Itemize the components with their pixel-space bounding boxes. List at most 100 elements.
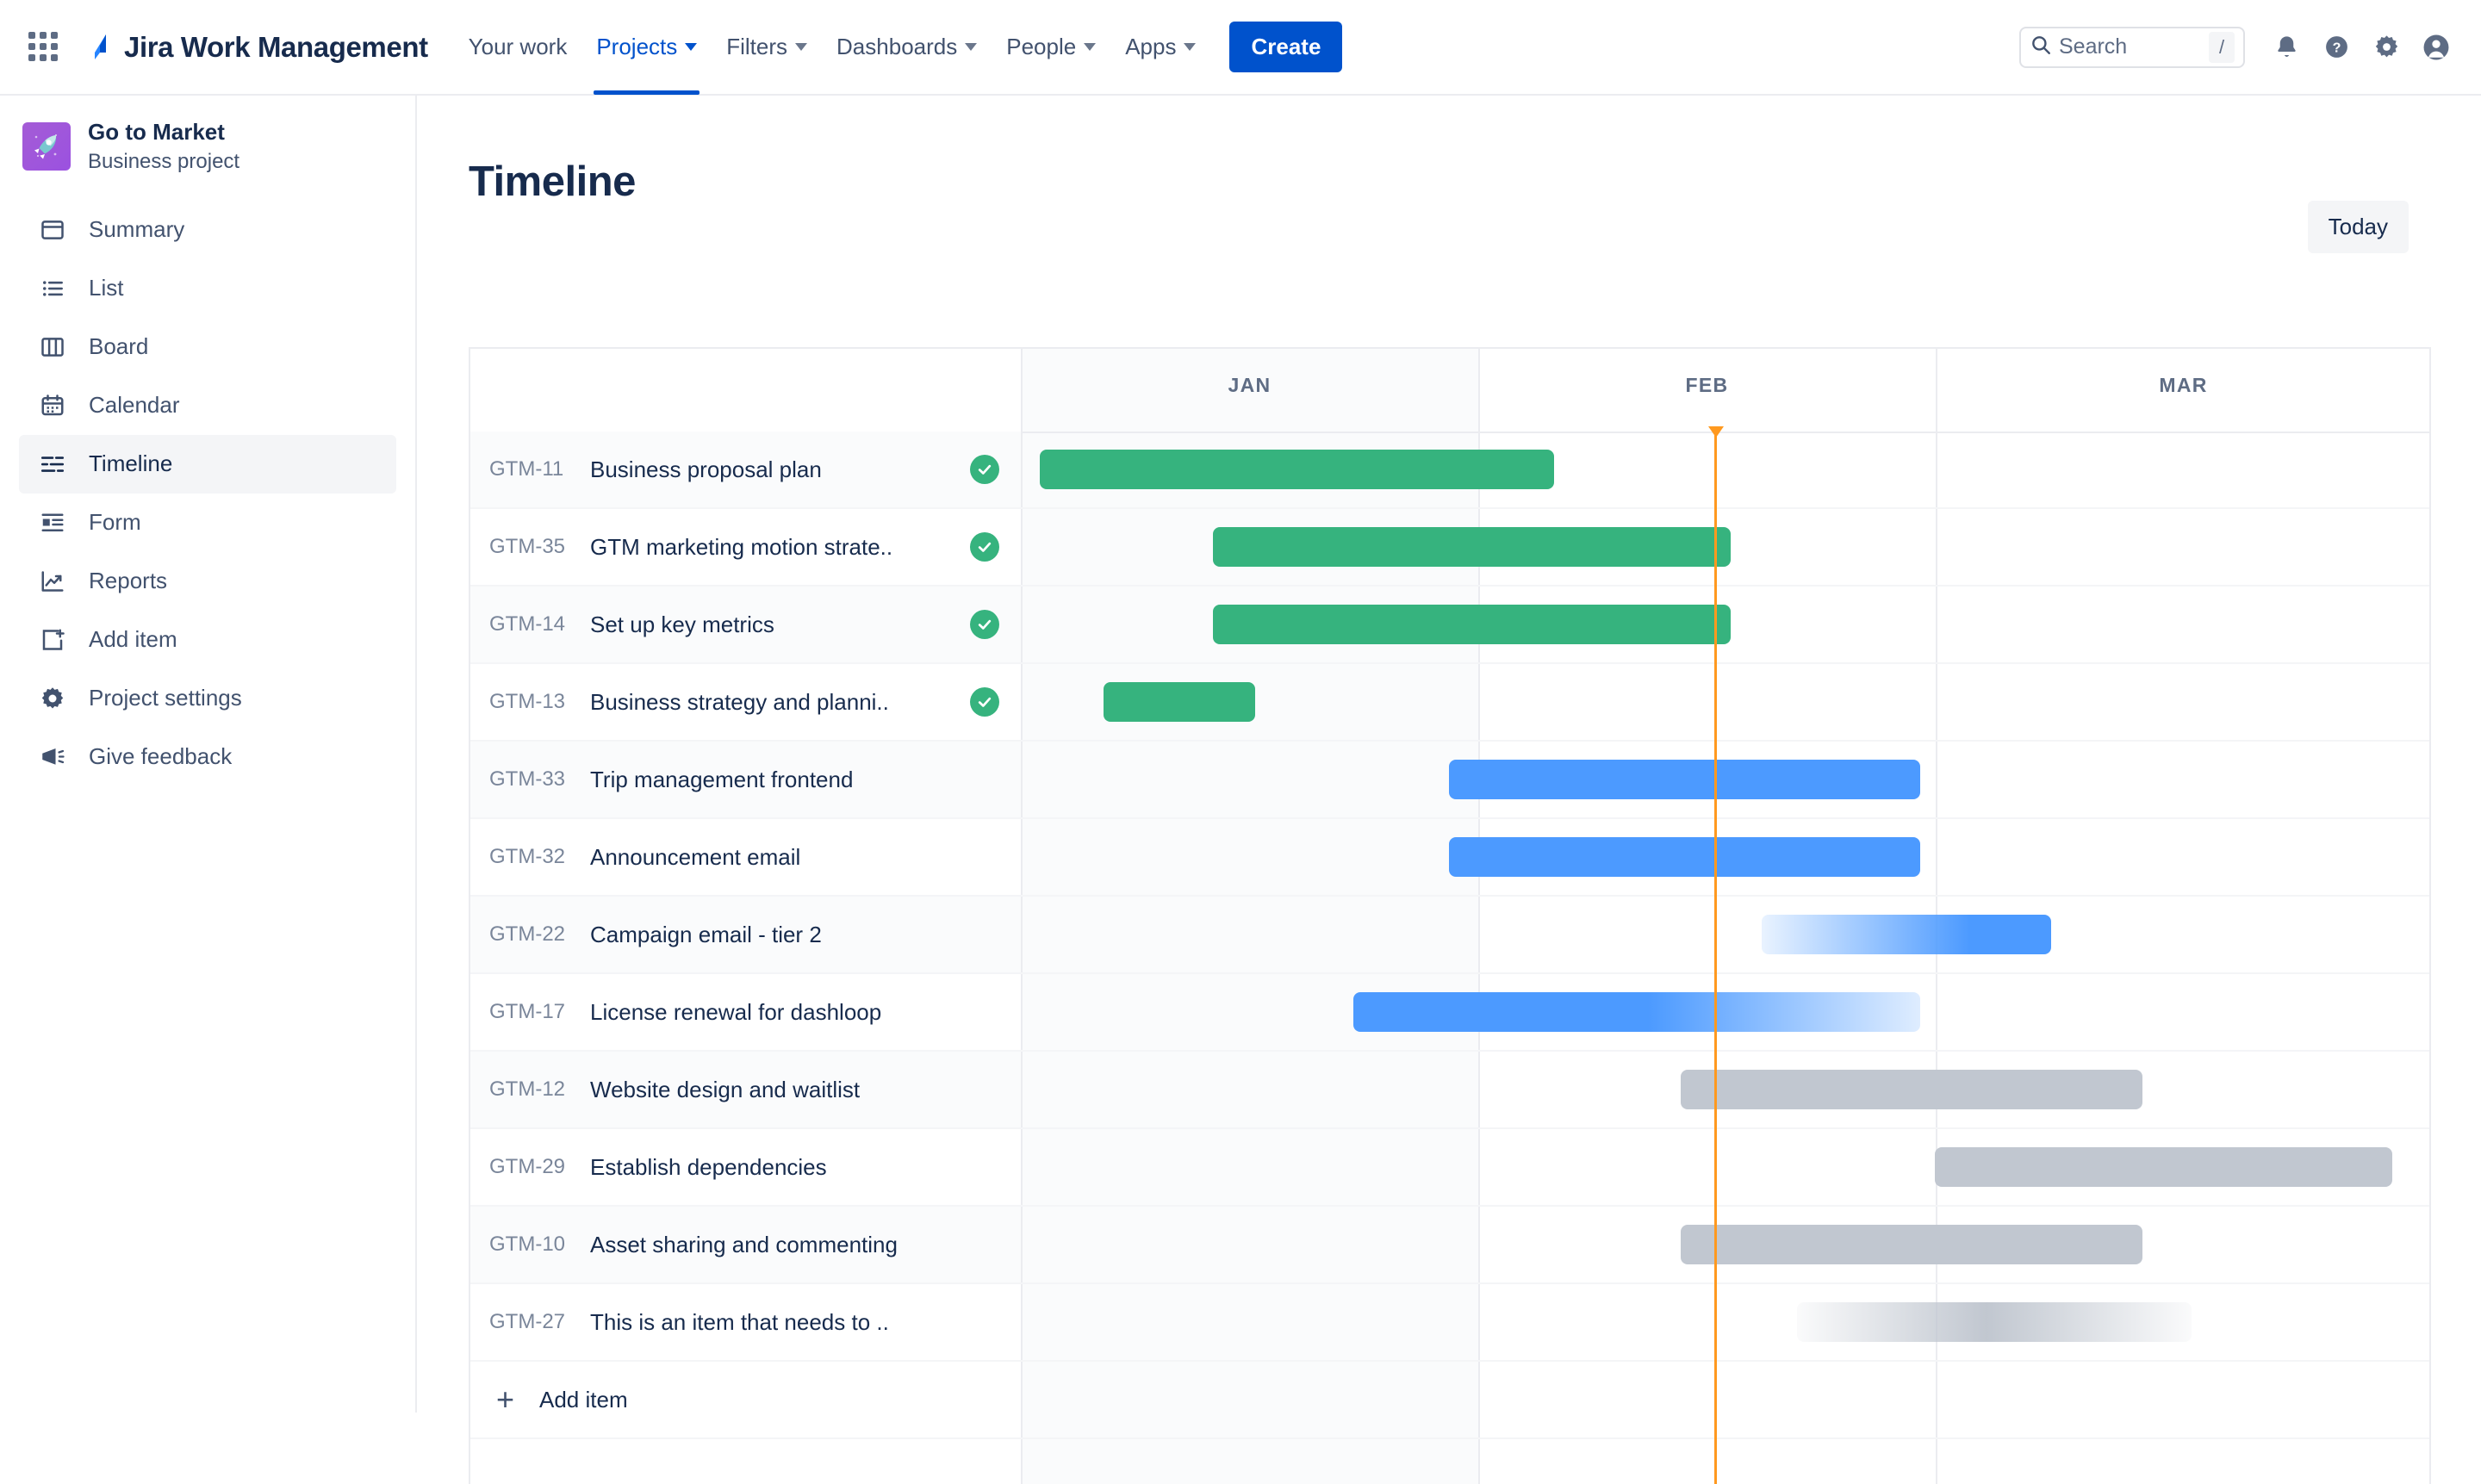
rocket-icon	[22, 121, 71, 171]
row-title: Business proposal plan	[590, 456, 822, 482]
brand-title: Jira Work Management	[124, 30, 428, 63]
sidebar-item-give-feedback[interactable]: Give feedback	[19, 728, 396, 786]
primary-menu: Your work Projects Filters Dashboards Pe…	[454, 0, 1211, 95]
project-type: Business project	[88, 149, 240, 173]
add-item-button[interactable]: + Add item	[470, 1362, 1021, 1437]
today-button[interactable]: Today	[2307, 201, 2409, 253]
gantt-bar[interactable]	[1104, 682, 1255, 722]
menu-item-apps[interactable]: Apps	[1110, 0, 1210, 95]
gantt-bar[interactable]	[1681, 1225, 2142, 1264]
table-row[interactable]: GTM-33 Trip management frontend	[470, 742, 2429, 819]
row-left-cell: GTM-29 Establish dependencies	[470, 1129, 1021, 1205]
sidebar-item-label: Board	[89, 333, 149, 360]
table-row[interactable]: GTM-35 GTM marketing motion strate..	[470, 509, 2429, 587]
chevron-down-icon	[965, 43, 978, 51]
sidebar-item-reports[interactable]: Reports	[19, 552, 396, 611]
sidebar-item-summary[interactable]: Summary	[19, 201, 396, 259]
month-label-feb: FEB	[1685, 374, 1729, 396]
row-key: GTM-35	[489, 535, 566, 558]
row-left-cell: GTM-13 Business strategy and planni..	[470, 664, 1021, 740]
sidebar-item-add-item[interactable]: Add item	[19, 611, 396, 669]
plus-icon: +	[496, 1382, 515, 1417]
settings-gear-icon	[36, 686, 69, 711]
row-key: GTM-32	[489, 845, 566, 868]
table-row[interactable]: GTM-13 Business strategy and planni..	[470, 664, 2429, 742]
sidebar-item-project-settings[interactable]: Project settings	[19, 669, 396, 728]
search-shortcut-badge: /	[2209, 31, 2235, 63]
gantt-bar[interactable]	[1934, 1147, 2393, 1187]
form-icon	[36, 510, 69, 536]
gantt-bar[interactable]	[1353, 992, 1921, 1032]
sidebar-item-label: Summary	[89, 216, 185, 243]
nav-right-cluster: Search / ?	[2019, 25, 2459, 70]
month-label-jan: JAN	[1228, 374, 1272, 396]
user-avatar-icon[interactable]	[2414, 25, 2459, 70]
table-row[interactable]: GTM-32 Announcement email	[470, 819, 2429, 897]
search-icon	[2030, 34, 2052, 60]
menu-label: Projects	[596, 34, 678, 59]
row-left-cell: GTM-12 Website design and waitlist	[470, 1052, 1021, 1127]
gantt-bar[interactable]	[1212, 605, 1731, 644]
row-left-cell: GTM-17 License renewal for dashloop	[470, 974, 1021, 1050]
gantt-bar[interactable]	[1762, 915, 2051, 954]
row-title: GTM marketing motion strate..	[590, 533, 893, 560]
table-row[interactable]: GTM-12 Website design and waitlist	[470, 1052, 2429, 1129]
table-row[interactable]: GTM-17 License renewal for dashloop	[470, 974, 2429, 1052]
add-item-row[interactable]: + Add item	[470, 1362, 2429, 1439]
empty-filler-row	[470, 1439, 2429, 1484]
settings-gear-icon[interactable]	[2364, 25, 2409, 70]
row-left-cell: GTM-11 Business proposal plan	[470, 432, 1021, 507]
table-row[interactable]: GTM-27 This is an item that needs to ..	[470, 1284, 2429, 1362]
timeline-rows: GTM-11 Business proposal plan GTM-35 GTM…	[470, 432, 2429, 1484]
menu-item-your-work[interactable]: Your work	[454, 0, 582, 95]
project-header[interactable]: Go to Market Business project	[0, 118, 415, 175]
timeline-header: JAN FEB MAR	[470, 349, 2429, 432]
search-input[interactable]: Search /	[2019, 26, 2245, 68]
menu-label: Filters	[726, 34, 788, 59]
table-row[interactable]: GTM-29 Establish dependencies	[470, 1129, 2429, 1207]
table-row[interactable]: GTM-22 Campaign email - tier 2	[470, 897, 2429, 974]
row-title: License renewal for dashloop	[590, 998, 882, 1025]
sidebar-item-timeline[interactable]: Timeline	[19, 434, 396, 494]
sidebar-item-list[interactable]: List	[19, 259, 396, 318]
sidebar-item-calendar[interactable]: Calendar	[19, 376, 396, 435]
table-row[interactable]: GTM-11 Business proposal plan	[470, 432, 2429, 509]
today-line	[1714, 432, 1717, 1484]
project-meta: Go to Market Business project	[88, 118, 239, 175]
brand-home-link[interactable]: Jira Work Management	[83, 30, 428, 65]
sidebar-item-label: Add item	[89, 626, 177, 653]
row-title: Campaign email - tier 2	[590, 921, 822, 947]
gantt-bar[interactable]	[1040, 450, 1555, 489]
project-sidebar: Go to Market Business project Summary Li…	[0, 96, 417, 1413]
menu-item-filters[interactable]: Filters	[712, 0, 822, 95]
gantt-bar[interactable]	[1681, 1070, 2142, 1109]
row-key: GTM-29	[489, 1155, 566, 1178]
row-key: GTM-33	[489, 767, 566, 791]
today-marker-icon	[1708, 426, 1724, 438]
table-row[interactable]: GTM-14 Set up key metrics	[470, 587, 2429, 664]
month-label-mar: MAR	[2159, 374, 2208, 396]
sidebar-item-label: Form	[89, 509, 141, 536]
menu-label: Dashboards	[836, 34, 958, 59]
gantt-bar[interactable]	[1448, 837, 1921, 877]
board-columns-icon	[36, 334, 69, 360]
status-badge	[961, 610, 1009, 639]
table-row[interactable]: GTM-10 Asset sharing and commenting	[470, 1207, 2429, 1284]
create-button[interactable]: Create	[1229, 22, 1343, 72]
sidebar-item-form[interactable]: Form	[19, 494, 396, 552]
row-key: GTM-12	[489, 1077, 566, 1101]
menu-item-projects[interactable]: Projects	[581, 0, 712, 95]
help-question-icon[interactable]: ?	[2314, 25, 2359, 70]
row-key: GTM-10	[489, 1233, 566, 1256]
gantt-bar[interactable]	[1448, 760, 1921, 799]
timeline-icon	[36, 451, 69, 477]
grid-apps-icon[interactable]	[24, 28, 62, 66]
gantt-bar[interactable]	[1212, 527, 1731, 567]
sidebar-item-label: Timeline	[89, 450, 173, 477]
row-key: GTM-17	[489, 1000, 566, 1023]
gantt-bar[interactable]	[1797, 1302, 2192, 1342]
sidebar-item-board[interactable]: Board	[19, 318, 396, 376]
menu-item-people[interactable]: People	[992, 0, 1110, 95]
notifications-bell-icon[interactable]	[2264, 25, 2309, 70]
menu-item-dashboards[interactable]: Dashboards	[822, 0, 992, 95]
